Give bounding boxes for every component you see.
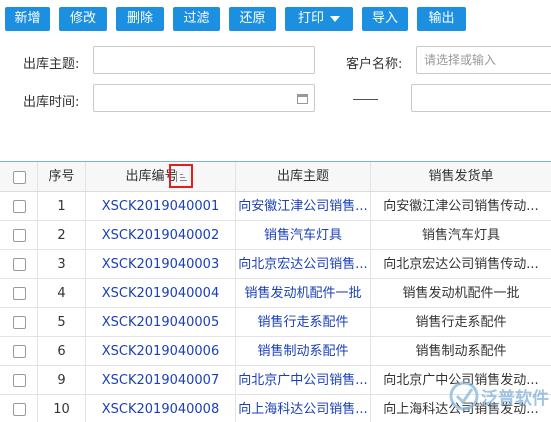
subject-input[interactable] bbox=[93, 46, 315, 74]
row-subject-link[interactable]: 向安徽江津公司销售... bbox=[236, 192, 371, 220]
row-select-cell bbox=[0, 395, 38, 422]
row-delivery: 销售制动系配件 bbox=[415, 344, 507, 359]
row-delivery: 销售汽车灯具 bbox=[421, 228, 500, 243]
fanpu-logo: 泛普软件 bbox=[449, 379, 549, 415]
customer-input[interactable]: 请选择或输入 bbox=[416, 46, 551, 74]
row-checkbox[interactable] bbox=[13, 345, 26, 358]
row-index: 10 bbox=[38, 395, 86, 422]
row-delivery: 向安徽江津公司销售传动... bbox=[383, 199, 539, 214]
row-index: 3 bbox=[38, 250, 86, 278]
row-subject-link[interactable]: 销售制动系配件 bbox=[236, 337, 371, 365]
row-select-cell bbox=[0, 192, 38, 220]
header-index[interactable]: 序号 bbox=[38, 162, 86, 191]
table-row[interactable]: 6 XSCK2019040006 销售制动系配件 销售制动系配件 bbox=[0, 337, 551, 366]
row-checkbox[interactable] bbox=[13, 316, 26, 329]
sort-ascending-icon bbox=[176, 171, 188, 182]
row-index: 1 bbox=[38, 192, 86, 220]
row-code-link[interactable]: XSCK2019040007 bbox=[86, 366, 236, 394]
row-code-link[interactable]: XSCK2019040001 bbox=[86, 192, 236, 220]
row-index: 6 bbox=[38, 337, 86, 365]
start-date-input[interactable] bbox=[93, 84, 315, 112]
row-subject-link[interactable]: 向上海科达公司销售... bbox=[236, 395, 371, 422]
table-row[interactable]: 1 XSCK2019040001 向安徽江津公司销售... 向安徽江津公司销售传动..… bbox=[0, 192, 551, 221]
end-date-input[interactable] bbox=[411, 84, 551, 112]
row-checkbox[interactable] bbox=[13, 287, 26, 300]
restore-button[interactable]: 还原 bbox=[229, 7, 276, 31]
row-code-link[interactable]: XSCK2019040005 bbox=[86, 308, 236, 336]
row-index: 9 bbox=[38, 366, 86, 394]
header-code[interactable]: 出库编号 bbox=[86, 162, 236, 191]
time-label: 出库时间: bbox=[23, 95, 80, 110]
customer-label: 客户名称: bbox=[346, 57, 403, 72]
grid-header-row: 序号 出库编号 出库主题 销售发货单 bbox=[0, 162, 551, 192]
export-button[interactable]: 输出 bbox=[417, 7, 466, 31]
row-checkbox[interactable] bbox=[13, 229, 26, 242]
add-button[interactable]: 新增 bbox=[5, 7, 50, 31]
row-checkbox[interactable] bbox=[13, 403, 26, 416]
header-delivery[interactable]: 销售发货单 bbox=[371, 162, 551, 191]
header-select-all-cell bbox=[0, 162, 38, 191]
caret-down-icon bbox=[330, 15, 340, 22]
row-code-link[interactable]: XSCK2019040004 bbox=[86, 279, 236, 307]
row-subject-link[interactable]: 销售行走系配件 bbox=[236, 308, 371, 336]
row-select-cell bbox=[0, 366, 38, 394]
row-checkbox[interactable] bbox=[13, 258, 26, 271]
table-row[interactable]: 3 XSCK2019040003 向北京宏达公司销售... 向北京宏达公司销售传动..… bbox=[0, 250, 551, 279]
row-subject-link[interactable]: 向北京宏达公司销售... bbox=[236, 250, 371, 278]
subject-label: 出库主题: bbox=[23, 57, 80, 72]
row-index: 4 bbox=[38, 279, 86, 307]
row-checkbox[interactable] bbox=[13, 374, 26, 387]
table-row[interactable]: 5 XSCK2019040005 销售行走系配件 销售行走系配件 bbox=[0, 308, 551, 337]
sort-toggle[interactable] bbox=[169, 164, 193, 188]
row-subject-link[interactable]: 销售汽车灯具 bbox=[236, 221, 371, 249]
table-row[interactable]: 4 XSCK2019040004 销售发动机配件一批 销售发动机配件一批 bbox=[0, 279, 551, 308]
row-select-cell bbox=[0, 250, 38, 278]
row-checkbox[interactable] bbox=[13, 200, 26, 213]
import-button[interactable]: 导入 bbox=[362, 7, 408, 31]
print-button-label: 打印 bbox=[297, 11, 324, 26]
row-select-cell bbox=[0, 279, 38, 307]
row-delivery: 向北京宏达公司销售传动... bbox=[383, 257, 539, 272]
row-subject-link[interactable]: 向北京广中公司销售... bbox=[236, 366, 371, 394]
row-delivery: 销售行走系配件 bbox=[415, 315, 507, 330]
row-code-link[interactable]: XSCK2019040008 bbox=[86, 395, 236, 422]
logo-text: 泛普软件 bbox=[481, 388, 549, 409]
row-code-link[interactable]: XSCK2019040002 bbox=[86, 221, 236, 249]
row-code-link[interactable]: XSCK2019040003 bbox=[86, 250, 236, 278]
date-range-separator bbox=[353, 99, 378, 100]
delete-button[interactable]: 删除 bbox=[116, 7, 164, 31]
row-index: 2 bbox=[38, 221, 86, 249]
table-row[interactable]: 2 XSCK2019040002 销售汽车灯具 销售汽车灯具 bbox=[0, 221, 551, 250]
calendar-icon[interactable] bbox=[297, 94, 308, 104]
row-delivery: 销售发动机配件一批 bbox=[402, 286, 520, 301]
select-all-checkbox[interactable] bbox=[13, 171, 26, 184]
row-select-cell bbox=[0, 221, 38, 249]
row-index: 5 bbox=[38, 308, 86, 336]
filter-button[interactable]: 过滤 bbox=[173, 7, 220, 31]
row-code-link[interactable]: XSCK2019040006 bbox=[86, 337, 236, 365]
header-subject[interactable]: 出库主题 bbox=[236, 162, 371, 191]
row-subject-link[interactable]: 销售发动机配件一批 bbox=[236, 279, 371, 307]
edit-button[interactable]: 修改 bbox=[59, 7, 107, 31]
print-button[interactable]: 打印 bbox=[285, 7, 353, 31]
row-select-cell bbox=[0, 308, 38, 336]
row-select-cell bbox=[0, 337, 38, 365]
